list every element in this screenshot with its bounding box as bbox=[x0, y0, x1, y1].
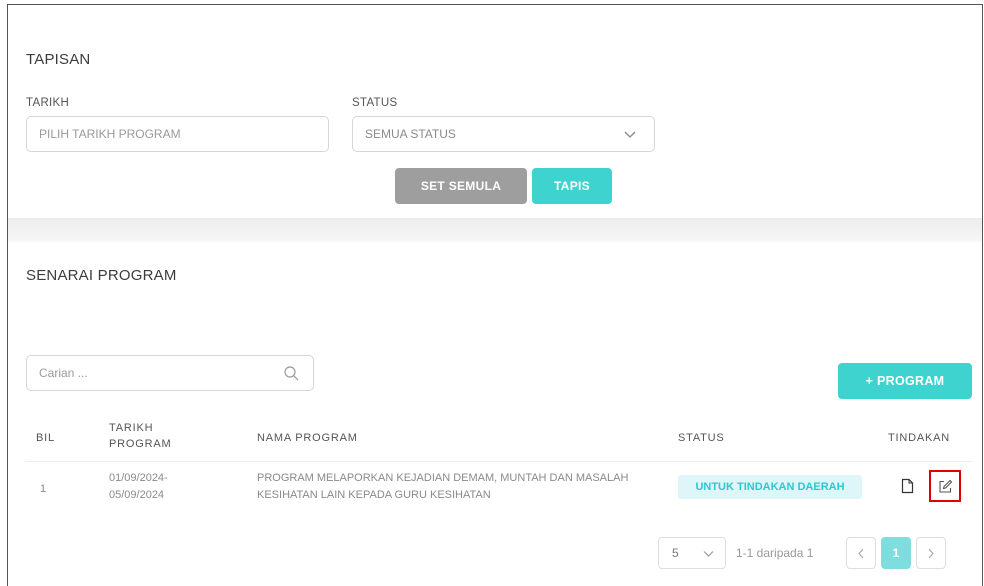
reset-button[interactable]: SET SEMULA bbox=[395, 168, 527, 204]
page-1-button[interactable]: 1 bbox=[881, 537, 911, 569]
search-icon bbox=[284, 366, 299, 381]
filter-button[interactable]: TAPIS bbox=[532, 168, 612, 204]
filter-title: TAPISAN bbox=[26, 51, 91, 68]
chevron-down-icon bbox=[703, 549, 714, 558]
edit-icon bbox=[938, 479, 953, 494]
status-label: STATUS bbox=[352, 97, 398, 109]
prev-page-button[interactable] bbox=[846, 537, 876, 569]
list-title: SENARAI PROGRAM bbox=[26, 267, 177, 284]
row-program-name: PROGRAM MELAPORKAN KEJADIAN DEMAM, MUNTA… bbox=[257, 472, 629, 501]
page-frame: TAPISAN TARIKH PILIH TARIKH PROGRAM STAT… bbox=[7, 4, 983, 586]
pagination-range: 1-1 daripada 1 bbox=[736, 546, 814, 560]
next-page-button[interactable] bbox=[916, 537, 946, 569]
section-divider bbox=[8, 218, 982, 242]
page-size-select[interactable]: 5 bbox=[658, 537, 726, 569]
date-label: TARIKH bbox=[26, 97, 70, 109]
date-input[interactable]: PILIH TARIKH PROGRAM bbox=[26, 116, 329, 152]
edit-button[interactable] bbox=[929, 470, 961, 502]
page-size-value: 5 bbox=[672, 546, 679, 560]
header-divider bbox=[26, 461, 972, 462]
status-select[interactable]: SEMUA STATUS bbox=[352, 116, 655, 152]
col-header-date: TARIKH PROGRAM bbox=[109, 422, 172, 450]
col-header-actions: TINDAKAN bbox=[888, 432, 951, 444]
chevron-down-icon bbox=[624, 129, 636, 139]
col-header-name: NAMA PROGRAM bbox=[257, 432, 358, 444]
chevron-right-icon bbox=[927, 548, 935, 559]
status-badge: UNTUK TINDAKAN DAERAH bbox=[678, 475, 862, 499]
date-placeholder: PILIH TARIKH PROGRAM bbox=[39, 127, 181, 141]
row-no: 1 bbox=[40, 483, 47, 495]
row-date: 01/09/2024- 05/09/2024 bbox=[109, 472, 168, 501]
add-program-button[interactable]: + PROGRAM bbox=[838, 363, 972, 399]
document-icon[interactable] bbox=[901, 478, 914, 494]
col-header-status: STATUS bbox=[678, 432, 725, 444]
search-input[interactable]: Carian ... bbox=[26, 355, 314, 391]
search-placeholder: Carian ... bbox=[39, 366, 88, 380]
status-select-value: SEMUA STATUS bbox=[365, 127, 456, 141]
col-header-bil: BIL bbox=[36, 432, 55, 444]
chevron-left-icon bbox=[857, 548, 865, 559]
